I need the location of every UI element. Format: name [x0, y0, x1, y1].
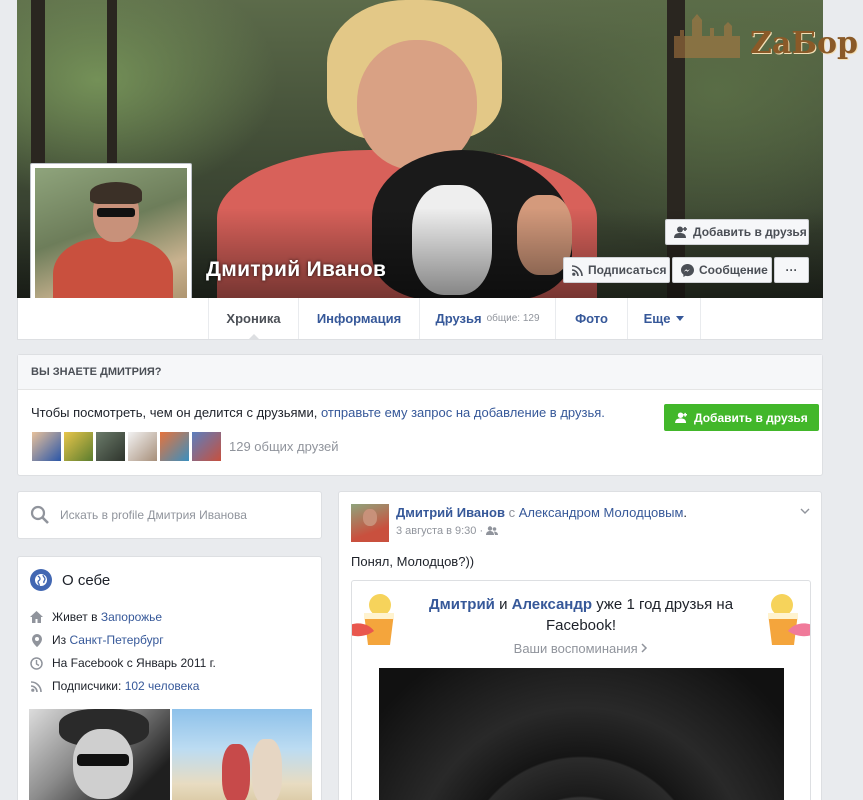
subscribe-button[interactable]: Подписаться — [563, 257, 670, 283]
featured-photo[interactable] — [29, 709, 170, 800]
mutual-friend-avatar[interactable] — [159, 431, 190, 462]
search-input[interactable]: Искать в profile Дмитрия Иванова — [60, 508, 247, 522]
search-icon — [30, 505, 49, 524]
post-header: Дмитрий Иванов с Александром Молодцовым. — [396, 505, 687, 520]
tab-label: Хроника — [226, 311, 281, 326]
profile-name[interactable]: Дмитрий Иванов — [206, 258, 386, 282]
about-lives: Живет в Запорожье — [30, 610, 162, 624]
friendversary-and: и — [494, 596, 512, 613]
mutual-friends-avatars — [31, 431, 223, 462]
watermark-logo: ZаБор — [672, 4, 862, 62]
castle-icon — [674, 14, 740, 58]
about-card: О себе Живет в Запорожье Из Санкт-Петерб… — [17, 556, 322, 800]
know-card: ВЫ ЗНАЕТЕ ДМИТРИЯ? Чтобы посмотреть, чем… — [17, 354, 823, 476]
friendversary-rest: уже 1 год друзья на — [592, 596, 734, 613]
post-author-link[interactable]: Дмитрий Иванов — [396, 505, 505, 520]
tagged-friend-link[interactable]: Александром Молодцовым — [519, 505, 684, 520]
photo-figure — [252, 739, 282, 800]
tab-info[interactable]: Информация — [298, 298, 419, 339]
mutual-friends-count[interactable]: 129 общих друзей — [229, 439, 339, 454]
about-title-text: О себе — [62, 571, 111, 589]
friend1-link[interactable]: Дмитрий — [429, 596, 495, 613]
clock-icon — [30, 656, 43, 670]
post-text: Понял, Молодцов?)) — [351, 554, 475, 569]
chevron-down-icon[interactable] — [800, 506, 810, 516]
tab-label: Еще — [643, 311, 671, 326]
about-from-label: Из — [52, 633, 70, 647]
avatar-figure — [363, 509, 377, 526]
more-button[interactable]: ··· — [774, 257, 809, 283]
photo-figure — [222, 744, 250, 800]
post-timestamp[interactable]: 3 августа в 9:30 · — [396, 525, 483, 537]
timeline-post: Дмитрий Иванов с Александром Молодцовым.… — [338, 491, 822, 800]
hometown-link[interactable]: Санкт-Петербург — [69, 633, 163, 647]
send-request-link[interactable]: отправьте ему запрос на добавление в дру… — [321, 405, 605, 420]
photo-figure — [77, 754, 129, 766]
friendversary-card[interactable]: Дмитрий и Александр уже 1 год друзья на … — [351, 580, 811, 800]
about-followers: Подписчики: 102 человека — [30, 679, 199, 693]
memories-link-text: Ваши воспоминания — [513, 641, 638, 656]
message-label: Сообщение — [699, 263, 768, 277]
lives-city-link[interactable]: Запорожье — [101, 610, 162, 624]
message-button[interactable]: Сообщение — [672, 257, 772, 283]
about-title: О себе — [30, 569, 110, 591]
subscribe-label: Подписаться — [588, 263, 667, 277]
post-with-suffix: . — [683, 505, 688, 520]
friendversary-title-line2: Facebook! — [545, 617, 617, 634]
tab-photos[interactable]: Фото — [555, 298, 627, 339]
friends-audience-icon[interactable] — [486, 525, 499, 537]
profile-search[interactable]: Искать в profile Дмитрия Иванова — [17, 491, 322, 539]
about-lives-label: Живет в — [52, 610, 101, 624]
friend2-link[interactable]: Александр — [512, 596, 592, 613]
featured-photo[interactable] — [172, 709, 312, 800]
about-since: На Facebook с Январь 2011 г. — [30, 656, 216, 670]
mutual-friend-avatar[interactable] — [95, 431, 126, 462]
tab-label: Друзья — [435, 311, 482, 326]
avatar-figure — [97, 208, 135, 217]
add-friend-icon — [675, 412, 687, 423]
globe-icon — [30, 569, 52, 591]
chevron-right-icon — [641, 643, 648, 653]
post-meta: 3 августа в 9:30 · — [396, 525, 499, 537]
friendversary-title: Дмитрий и Александр уже 1 год друзья на — [352, 594, 810, 615]
add-friend-label: Добавить в друзья — [694, 410, 808, 425]
tab-more[interactable]: Еще — [627, 298, 701, 339]
know-card-text: Чтобы посмотреть, чем он делится с друзь… — [31, 405, 605, 420]
mutual-friends-count: общие: 129 — [486, 313, 540, 324]
caret-down-icon — [676, 316, 685, 325]
rss-icon — [572, 264, 583, 276]
mutual-friend-avatar[interactable] — [127, 431, 158, 462]
post-with-text: с — [504, 505, 519, 520]
mutual-friend-avatar[interactable] — [31, 431, 62, 462]
add-friend-label: Добавить в друзья — [693, 225, 807, 239]
location-pin-icon — [30, 633, 43, 647]
know-card-body: Чтобы посмотреть, чем он делится с друзь… — [31, 405, 321, 420]
mutual-friend-avatar[interactable] — [63, 431, 94, 462]
facebook-since-text: На Facebook с Январь 2011 г. — [52, 656, 216, 670]
watermark-text: ZаБор — [750, 26, 858, 61]
home-icon — [30, 611, 43, 624]
avatar-figure — [90, 182, 142, 204]
profile-tabs: Хроника Информация Друзья общие: 129 Фот… — [17, 298, 823, 340]
tab-label: Информация — [316, 311, 402, 326]
tab-timeline[interactable]: Хроника — [208, 298, 298, 340]
post-author-avatar[interactable] — [351, 504, 389, 542]
tab-label: Фото — [575, 311, 608, 326]
followers-link[interactable]: 102 человека — [125, 679, 200, 693]
add-friend-icon — [674, 226, 687, 238]
memory-video-vinyl[interactable] — [379, 668, 784, 800]
memories-link[interactable]: Ваши воспоминания — [352, 641, 810, 656]
add-friend-button[interactable]: Добавить в друзья — [665, 219, 809, 245]
add-friend-button-green[interactable]: Добавить в друзья — [664, 404, 819, 431]
rss-icon — [30, 680, 43, 693]
about-from: Из Санкт-Петербург — [30, 633, 164, 647]
know-card-header: ВЫ ЗНАЕТЕ ДМИТРИЯ? — [18, 355, 822, 390]
followers-label: Подписчики: — [52, 679, 125, 693]
messenger-icon — [681, 263, 694, 277]
more-dots-icon: ··· — [785, 263, 798, 277]
tab-friends[interactable]: Друзья общие: 129 — [419, 298, 555, 339]
mutual-friend-avatar[interactable] — [191, 431, 222, 462]
